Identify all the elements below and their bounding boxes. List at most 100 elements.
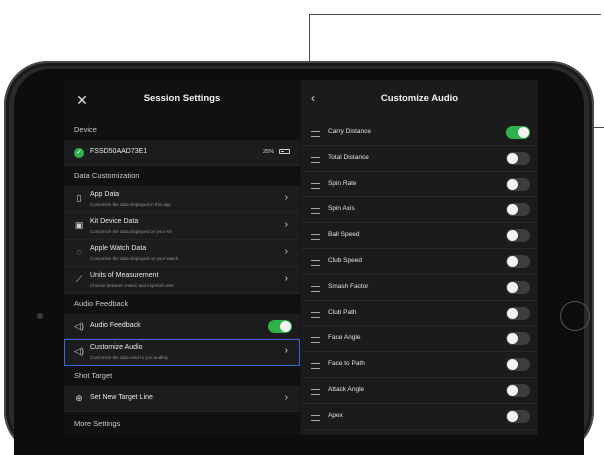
audio-option-label: Club Speed — [328, 256, 362, 264]
audio-option-label: Face Angle — [328, 334, 361, 342]
chevron-right-icon: › — [284, 273, 288, 284]
audio-option-row: Carry Distance — [301, 120, 538, 146]
chevron-right-icon: › — [284, 219, 288, 230]
customize-audio-label: Customize Audio — [90, 344, 143, 351]
audio-option-label: Total Distance — [328, 153, 369, 161]
pane-title: Customize Audio — [380, 93, 459, 104]
audio-feedback-toggle[interactable] — [268, 320, 292, 333]
callout-line-top — [309, 14, 601, 15]
audio-option-row: Spin Axis — [301, 197, 538, 224]
drag-handle-icon[interactable] — [311, 208, 320, 215]
ruler-icon: ⟋ — [75, 274, 83, 284]
audio-option-row: Total Distance — [301, 146, 538, 172]
drag-handle-icon[interactable] — [311, 131, 320, 137]
kit-device-data-row[interactable]: ▣ Kit Device Data Customize the data dis… — [64, 213, 300, 240]
section-shot-target: Shot Target — [64, 366, 300, 386]
audio-option-label: Smash Factor — [328, 282, 369, 290]
session-settings-pane: ✕ Session Settings Device ✓ FSSD50AAD73E… — [64, 80, 300, 435]
audio-option-row: Attack Angle — [301, 378, 538, 404]
kit-device-data-label: Kit Device Data — [90, 218, 139, 225]
app-data-label: App Data — [90, 191, 120, 198]
drag-handle-icon[interactable] — [311, 414, 320, 421]
chevron-right-icon: › — [284, 345, 288, 356]
home-button[interactable] — [560, 301, 590, 331]
drag-handle-icon[interactable] — [311, 311, 320, 318]
audio-option-toggle[interactable] — [506, 254, 530, 268]
apple-watch-data-row[interactable]: ◌ Apple Watch Data Customize the data di… — [64, 240, 300, 267]
app-data-sub: Customize the data displayed in this app — [90, 202, 171, 207]
audio-option-label: Ball Speed — [328, 231, 360, 239]
audio-option-label: Club Path — [328, 308, 357, 316]
chevron-right-icon: › — [284, 192, 288, 203]
audio-option-toggle[interactable] — [506, 306, 530, 320]
set-target-line-row[interactable]: ⊕ Set New Target Line › — [64, 386, 300, 412]
customize-audio-sub: Customize the data read to you audibly — [90, 355, 169, 360]
audio-option-toggle[interactable] — [506, 409, 530, 423]
speaker-icon: ◁) — [74, 346, 84, 356]
drag-handle-icon[interactable] — [311, 285, 320, 292]
speaker-icon: ◁) — [74, 321, 84, 331]
audio-options-list: Carry Distance Total Distance Spin Rate Spi… — [301, 120, 538, 430]
audio-feedback-row: ◁) Audio Feedback — [64, 314, 300, 339]
audio-option-toggle[interactable] — [506, 383, 530, 397]
audio-option-toggle[interactable] — [506, 177, 530, 191]
audio-option-row: Spin Rate — [301, 172, 538, 198]
audio-option-label: Face to Path — [328, 360, 365, 368]
audio-feedback-label: Audio Feedback — [90, 322, 141, 329]
app-screen: ✕ Session Settings Device ✓ FSSD50AAD73E… — [64, 80, 538, 435]
section-audio-feedback: Audio Feedback — [64, 294, 300, 314]
watch-icon: ◌ — [76, 247, 82, 257]
apple-watch-data-label: Apple Watch Data — [90, 245, 147, 252]
apple-watch-data-sub: Customize the data displayed on your wat… — [90, 256, 179, 261]
audio-option-row: Face to Path — [301, 352, 538, 378]
audio-option-row: Smash Factor — [301, 275, 538, 301]
set-target-line-label: Set New Target Line — [90, 394, 153, 401]
app-data-row[interactable]: ▯ App Data Customize the data displayed … — [64, 186, 300, 213]
audio-option-label: Apex — [328, 411, 343, 419]
audio-option-toggle[interactable] — [506, 280, 530, 294]
battery-icon — [279, 149, 290, 154]
customize-audio-row[interactable]: ◁) Customize Audio Customize the data re… — [64, 339, 300, 366]
audio-option-toggle[interactable] — [506, 151, 530, 165]
customize-audio-header: ‹ Customize Audio — [301, 80, 538, 120]
audio-option-row: Club Speed — [301, 249, 538, 275]
drag-handle-icon[interactable] — [311, 156, 320, 163]
audio-option-row: Apex — [301, 404, 538, 430]
check-circle-icon: ✓ — [74, 148, 84, 158]
audio-option-row: Face Angle — [301, 326, 538, 353]
drag-handle-icon[interactable] — [311, 182, 320, 189]
phone-icon: ▯ — [76, 193, 82, 203]
session-settings-header: ✕ Session Settings — [64, 80, 300, 120]
units-label: Units of Measurement — [90, 272, 159, 279]
device-row[interactable]: ✓ FSSD50AAD73E1 25% — [64, 140, 300, 166]
page-title: Session Settings — [143, 93, 221, 104]
audio-option-label: Spin Rate — [328, 179, 357, 187]
chevron-right-icon: › — [284, 392, 288, 403]
crosshair-icon: ⊕ — [75, 393, 83, 403]
audio-option-label: Attack Angle — [328, 385, 365, 393]
drag-handle-icon[interactable] — [311, 337, 320, 344]
audio-option-toggle[interactable] — [506, 332, 530, 346]
device-name: FSSD50AAD73E1 — [90, 148, 148, 155]
audio-option-toggle[interactable] — [506, 203, 530, 217]
section-data-customization: Data Customization — [64, 166, 300, 186]
units-sub: Choose between metric and imperial units — [90, 283, 174, 288]
kit-device-data-sub: Customize the data displayed on your Kit — [90, 229, 172, 234]
audio-option-toggle[interactable] — [506, 126, 530, 139]
drag-handle-icon[interactable] — [311, 363, 320, 370]
chevron-right-icon: › — [284, 246, 288, 257]
audio-option-row: Ball Speed — [301, 223, 538, 249]
audio-option-toggle[interactable] — [506, 358, 530, 372]
drag-handle-icon[interactable] — [311, 259, 320, 266]
drag-handle-icon[interactable] — [311, 234, 320, 241]
customize-audio-pane: ‹ Customize Audio Carry Distance Total Di… — [301, 80, 538, 435]
section-device: Device — [64, 120, 300, 140]
kit-device-icon: ▣ — [74, 220, 84, 230]
audio-option-label: Spin Axis — [328, 205, 355, 213]
audio-option-row: Club Path — [301, 301, 538, 327]
camera-icon — [37, 313, 43, 319]
audio-option-toggle[interactable] — [506, 229, 530, 243]
audio-option-label: Carry Distance — [328, 128, 371, 135]
units-of-measurement-row[interactable]: ⟋ Units of Measurement Choose between me… — [64, 267, 300, 294]
drag-handle-icon[interactable] — [311, 388, 320, 395]
